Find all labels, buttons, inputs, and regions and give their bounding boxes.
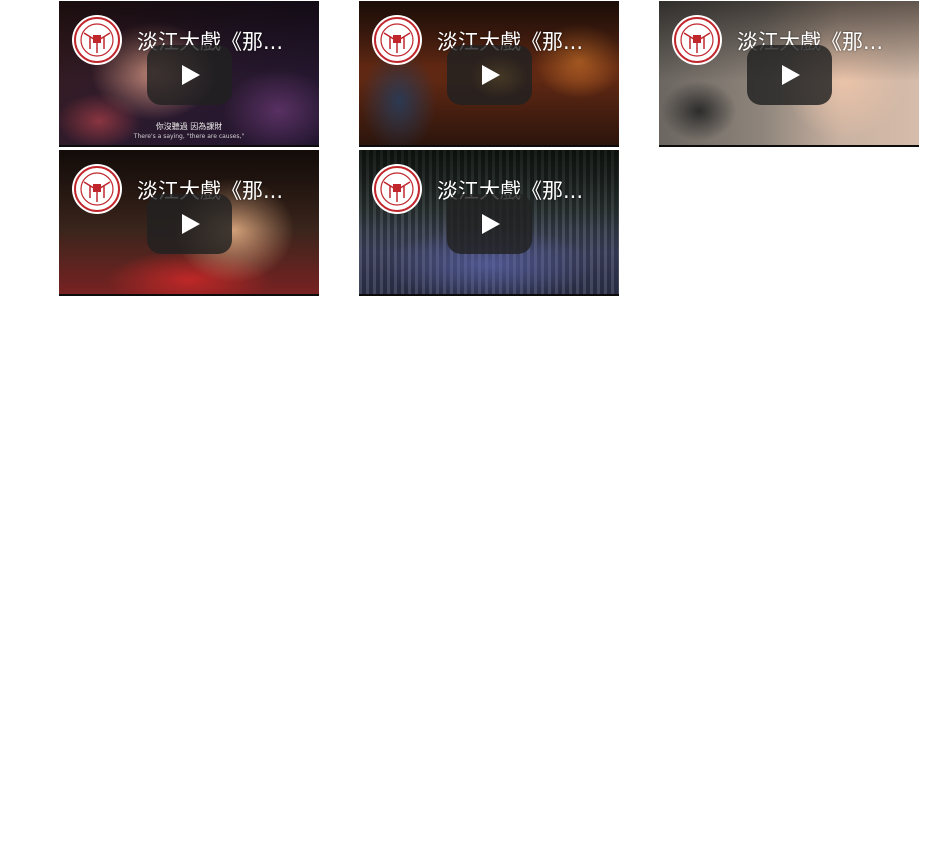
play-button-icon[interactable]: [147, 194, 232, 254]
divider: [59, 145, 319, 147]
video-embed-5[interactable]: 淡江大戲《那...: [359, 150, 619, 296]
subtitle-english: There's a saying, "there are causes,": [133, 133, 245, 140]
play-button-icon[interactable]: [447, 45, 532, 105]
video-embed-3[interactable]: 淡江大戲《那...: [659, 1, 919, 147]
university-seal-icon[interactable]: [372, 164, 422, 214]
video-subtitle: 你沒聽過 因為課財 There's a saying, "there are c…: [59, 122, 319, 142]
university-seal-icon[interactable]: [372, 15, 422, 65]
divider: [359, 145, 619, 147]
video-embed-4[interactable]: 淡江大戲《那...: [59, 150, 319, 296]
university-seal-icon[interactable]: [72, 164, 122, 214]
divider: [359, 294, 619, 296]
play-button-icon[interactable]: [147, 45, 232, 105]
play-button-icon[interactable]: [447, 194, 532, 254]
divider: [59, 294, 319, 296]
video-embed-2[interactable]: 淡江大戲《那...: [359, 1, 619, 147]
play-button-icon[interactable]: [747, 45, 832, 105]
university-seal-icon[interactable]: [72, 15, 122, 65]
subtitle-chinese: 你沒聽過 因為課財: [155, 122, 223, 131]
university-seal-icon[interactable]: [672, 15, 722, 65]
video-embed-1[interactable]: 淡江大戲《那... 你沒聽過 因為課財 There's a saying, "t…: [59, 1, 319, 147]
divider: [659, 145, 919, 147]
